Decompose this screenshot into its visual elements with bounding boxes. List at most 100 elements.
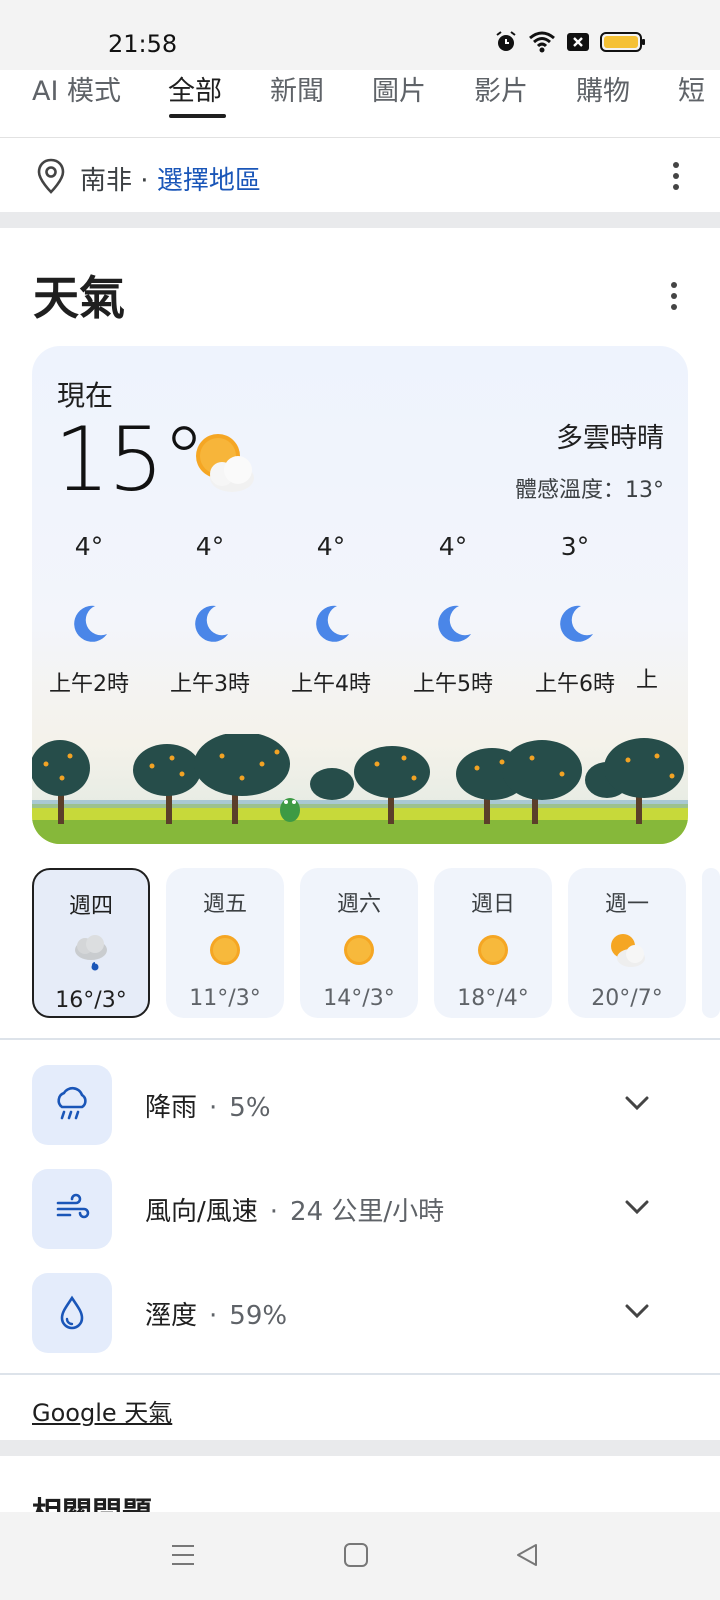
day-card-partial[interactable] xyxy=(702,868,720,1018)
hourly-temp: 4° xyxy=(195,532,225,561)
hourly-temp: 4° xyxy=(74,532,104,561)
home-icon[interactable] xyxy=(343,1542,369,1568)
day-name: 週日 xyxy=(470,892,515,917)
status-bar: 21:58 xyxy=(0,0,720,72)
weather-more-icon[interactable] xyxy=(669,282,679,310)
hourly-item: 上 xyxy=(636,532,688,694)
hourly-temp xyxy=(636,532,688,566)
system-nav-bar xyxy=(0,1512,720,1600)
hourly-temp: 4° xyxy=(438,532,468,561)
day-name: 週六 xyxy=(336,892,381,917)
hourly-time: 上午5時 xyxy=(413,672,493,697)
hourly-item: 4° 上午2時 xyxy=(32,532,149,698)
day-name: 週五 xyxy=(202,892,247,917)
hourly-temp: 3° xyxy=(560,532,590,561)
tab-ai-mode[interactable]: AI 模式 xyxy=(32,70,121,137)
day-name: 週四 xyxy=(68,894,113,919)
hourly-time: 上午6時 xyxy=(535,672,615,697)
row-label: 降雨 xyxy=(145,1093,198,1123)
sun-icon xyxy=(344,935,374,965)
day-temps: 18°/4° xyxy=(457,986,529,1011)
hourly-item: 3° 上午6時 xyxy=(515,532,635,698)
hourly-item: 4° 上午3時 xyxy=(150,532,270,698)
tab-shopping[interactable]: 購物 xyxy=(576,70,630,137)
location-separator: · xyxy=(132,166,157,196)
location-place: 南非 xyxy=(80,166,133,196)
tab-short-videos[interactable]: 短 xyxy=(678,70,705,137)
location-more-icon[interactable] xyxy=(671,162,681,190)
wifi-icon xyxy=(529,31,555,53)
moon-icon xyxy=(74,605,107,642)
hourly-item: 4° 上午5時 xyxy=(393,532,513,698)
chevron-down-icon xyxy=(625,1200,649,1215)
day-card-friday[interactable]: 週五 11°/3° xyxy=(166,868,284,1018)
row-value: 59% xyxy=(229,1301,288,1331)
partly-cloudy-icon xyxy=(611,934,645,967)
precipitation-text: 降雨 · 5% xyxy=(145,1093,271,1123)
active-tab-indicator xyxy=(169,114,226,118)
moon-icon xyxy=(195,605,228,642)
wind-row[interactable]: 風向/風速 · 24 公里/小時 xyxy=(0,1169,720,1249)
weather-title: 天氣 xyxy=(33,271,125,325)
alarm-icon xyxy=(496,31,516,51)
google-weather-link[interactable]: Google 天氣 xyxy=(32,1393,172,1428)
choose-region-link[interactable]: 選擇地區 xyxy=(157,166,261,196)
humidity-text: 溼度 · 59% xyxy=(145,1301,288,1331)
rain-cloud-icon xyxy=(75,935,107,971)
chevron-down-icon xyxy=(625,1096,649,1111)
hourly-time: 上 xyxy=(636,668,659,693)
chevron-down-icon xyxy=(625,1304,649,1319)
sun-icon xyxy=(478,935,508,965)
humidity-row[interactable]: 溼度 · 59% xyxy=(0,1273,720,1353)
location-bar: 南非 · 選擇地區 xyxy=(0,138,720,212)
weather-condition: 多雲時晴 xyxy=(556,423,664,454)
search-tabs: AI 模式 全部 新聞 圖片 影片 購物 短 xyxy=(0,70,720,138)
partly-cloudy-icon xyxy=(196,434,254,492)
day-card-thursday[interactable]: 週四 16°/3° xyxy=(32,868,150,1018)
tab-images[interactable]: 圖片 xyxy=(372,70,426,137)
row-value: 24 公里/小時 xyxy=(290,1197,445,1227)
divider xyxy=(0,1038,720,1040)
orchard-illustration xyxy=(32,734,688,844)
sim-off-icon xyxy=(567,33,589,51)
hourly-time: 上午2時 xyxy=(49,672,129,697)
day-card-monday[interactable]: 週一 20°/7° xyxy=(568,868,686,1018)
day-temps: 16°/3° xyxy=(55,988,127,1013)
row-label: 風向/風速 xyxy=(145,1197,258,1227)
related-questions-heading: 相關問題 xyxy=(32,1494,152,1512)
row-value: 5% xyxy=(229,1093,271,1123)
moon-icon xyxy=(316,605,349,642)
humidity-icon xyxy=(32,1273,112,1353)
wind-icon xyxy=(32,1169,112,1249)
location-text: 南非 · 選擇地區 xyxy=(80,160,261,197)
battery-icon xyxy=(600,32,645,52)
moon-icon xyxy=(560,605,593,642)
tab-all[interactable]: 全部 xyxy=(168,70,222,137)
divider xyxy=(0,1373,720,1375)
hourly-temp: 4° xyxy=(316,532,346,561)
day-card-sunday[interactable]: 週日 18°/4° xyxy=(434,868,552,1018)
menu-icon[interactable] xyxy=(170,1542,196,1568)
sun-icon xyxy=(210,935,240,965)
section-divider-band xyxy=(0,212,720,228)
location-pin-icon xyxy=(37,158,65,194)
row-label: 溼度 xyxy=(145,1301,198,1331)
current-weather-card: 現在 15° 多雲時晴 體感溫度：13° 4° 上午2時 4° 上午3時 4° … xyxy=(32,346,688,844)
current-temperature: 15° xyxy=(54,408,206,511)
hourly-item: 4° 上午4時 xyxy=(271,532,391,698)
hourly-time: 上午4時 xyxy=(291,672,371,697)
feels-like: 體感溫度：13° xyxy=(515,478,664,503)
day-card-saturday[interactable]: 週六 14°/3° xyxy=(300,868,418,1018)
precipitation-row[interactable]: 降雨 · 5% xyxy=(0,1065,720,1145)
tab-news[interactable]: 新聞 xyxy=(270,70,324,137)
day-temps: 14°/3° xyxy=(323,986,395,1011)
section-divider-band xyxy=(0,1440,720,1456)
back-icon[interactable] xyxy=(514,1542,540,1568)
day-temps: 11°/3° xyxy=(189,986,261,1011)
hourly-time: 上午3時 xyxy=(170,672,250,697)
tab-videos[interactable]: 影片 xyxy=(474,70,528,137)
wind-text: 風向/風速 · 24 公里/小時 xyxy=(145,1197,445,1227)
rain-icon xyxy=(32,1065,112,1145)
status-time: 21:58 xyxy=(108,30,178,58)
status-icons xyxy=(494,30,646,54)
